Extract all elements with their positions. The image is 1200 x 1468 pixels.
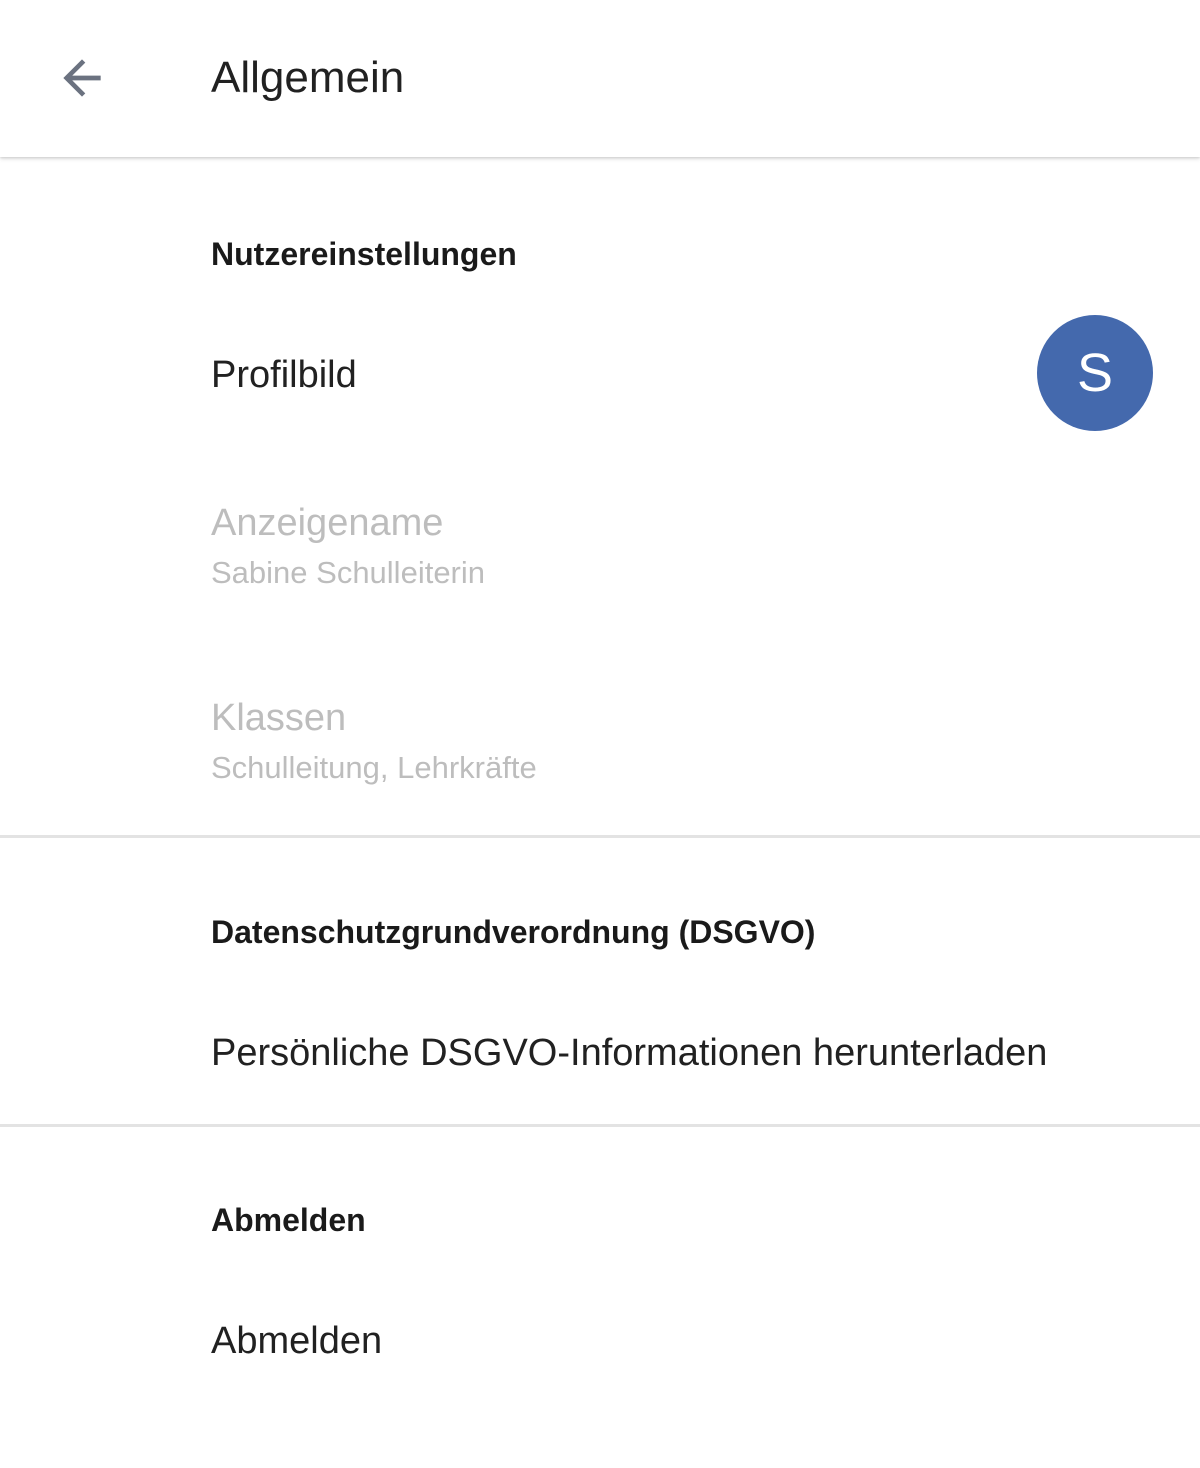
avatar-letter: S	[1076, 343, 1114, 403]
profile-picture-row[interactable]: Profilbild	[0, 300, 1200, 448]
section-divider	[0, 1124, 1200, 1127]
page-title: Allgemein	[211, 53, 405, 102]
display-name-label: Anzeigename	[211, 502, 444, 544]
display-name-row: Anzeigename Sabine Schulleiterin	[0, 480, 1200, 630]
gdpr-download-label: Persönliche DSGVO-Informationen herunter…	[211, 1032, 1048, 1074]
profile-picture-label: Profilbild	[211, 354, 357, 396]
section-header-logout: Abmelden	[211, 1202, 366, 1238]
section-header-user-settings: Nutzereinstellungen	[211, 236, 517, 272]
logout-label: Abmelden	[211, 1320, 383, 1362]
classes-label: Klassen	[211, 697, 347, 739]
classes-value: Schulleitung, Lehrkräfte	[211, 750, 537, 785]
arrow-back-icon	[63, 59, 101, 97]
logout-row[interactable]: Abmelden	[0, 1280, 1200, 1410]
section-header-gdpr: Datenschutzgrundverordnung (DSGVO)	[211, 914, 816, 950]
gdpr-download-row[interactable]: Persönliche DSGVO-Informationen herunter…	[0, 990, 1200, 1120]
settings-screen: Allgemein Nutzereinstellungen Profilbild…	[0, 0, 1200, 1468]
display-name-value: Sabine Schulleiterin	[211, 555, 486, 590]
app-bar: Allgemein	[0, 0, 1200, 157]
section-divider	[0, 835, 1200, 838]
back-button[interactable]	[40, 36, 124, 120]
classes-row: Klassen Schulleitung, Lehrkräfte	[0, 675, 1200, 825]
avatar[interactable]: S	[1037, 315, 1153, 431]
